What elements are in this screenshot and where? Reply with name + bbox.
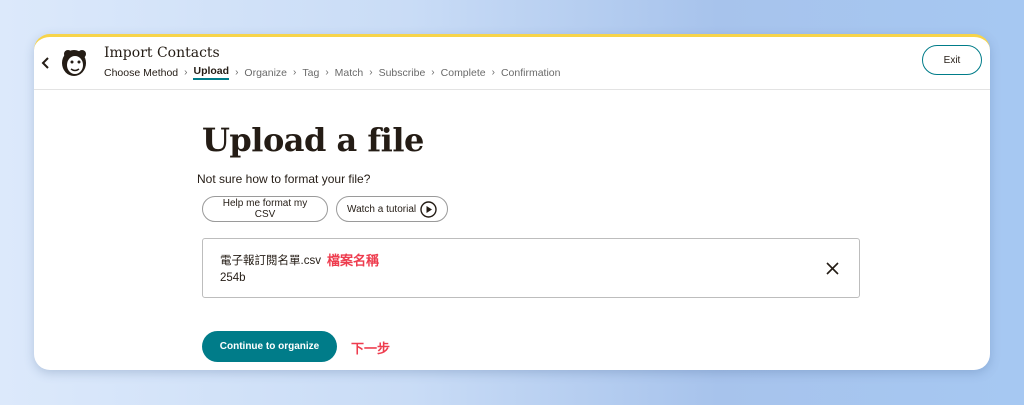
file-size: 254b [220,272,246,284]
top-bar: Import Contacts Choose Method › Upload ›… [34,37,990,90]
breadcrumb: Choose Method › Upload › Organize › Tag … [104,65,560,80]
chevron-right-icon: › [325,67,329,78]
step-subscribe: Subscribe [378,66,426,79]
help-question: Not sure how to format your file? [197,172,371,186]
chevron-right-icon: › [431,67,435,78]
page-title: Upload a file [202,121,424,159]
exit-button[interactable]: Exit [922,45,982,75]
app-title: Import Contacts [104,45,220,61]
chevron-right-icon: › [293,67,297,78]
close-icon[interactable] [826,262,839,275]
watch-tutorial-label: Watch a tutorial [347,203,417,215]
uploaded-file-card: 電子報訂閱名單.csv 檔案名稱 254b [202,238,860,298]
step-upload[interactable]: Upload [193,65,230,80]
import-card: Import Contacts Choose Method › Upload ›… [34,34,990,370]
mailchimp-logo [62,50,86,76]
step-match: Match [334,66,364,79]
chevron-right-icon: › [235,67,239,78]
help-format-csv-button[interactable]: Help me format my CSV [202,196,328,222]
step-tag: Tag [302,66,320,79]
help-format-csv-label: Help me format my CSV [222,198,308,220]
step-confirmation: Confirmation [500,66,561,79]
step-choose-method[interactable]: Choose Method [104,67,178,79]
step-complete: Complete [440,66,486,79]
chevron-right-icon: › [369,67,373,78]
play-icon [420,200,437,218]
chevron-right-icon: › [184,67,188,78]
continue-to-organize-button[interactable]: Continue to organize [202,331,337,362]
step-organize: Organize [244,66,288,79]
file-name: 電子報訂閱名單.csv [220,255,321,267]
watch-tutorial-button[interactable]: Watch a tutorial [336,196,448,222]
file-name-annotation: 檔案名稱 [327,253,380,268]
next-step-annotation: 下一步 [351,341,391,356]
back-icon[interactable] [40,55,52,71]
chevron-right-icon: › [491,67,495,78]
